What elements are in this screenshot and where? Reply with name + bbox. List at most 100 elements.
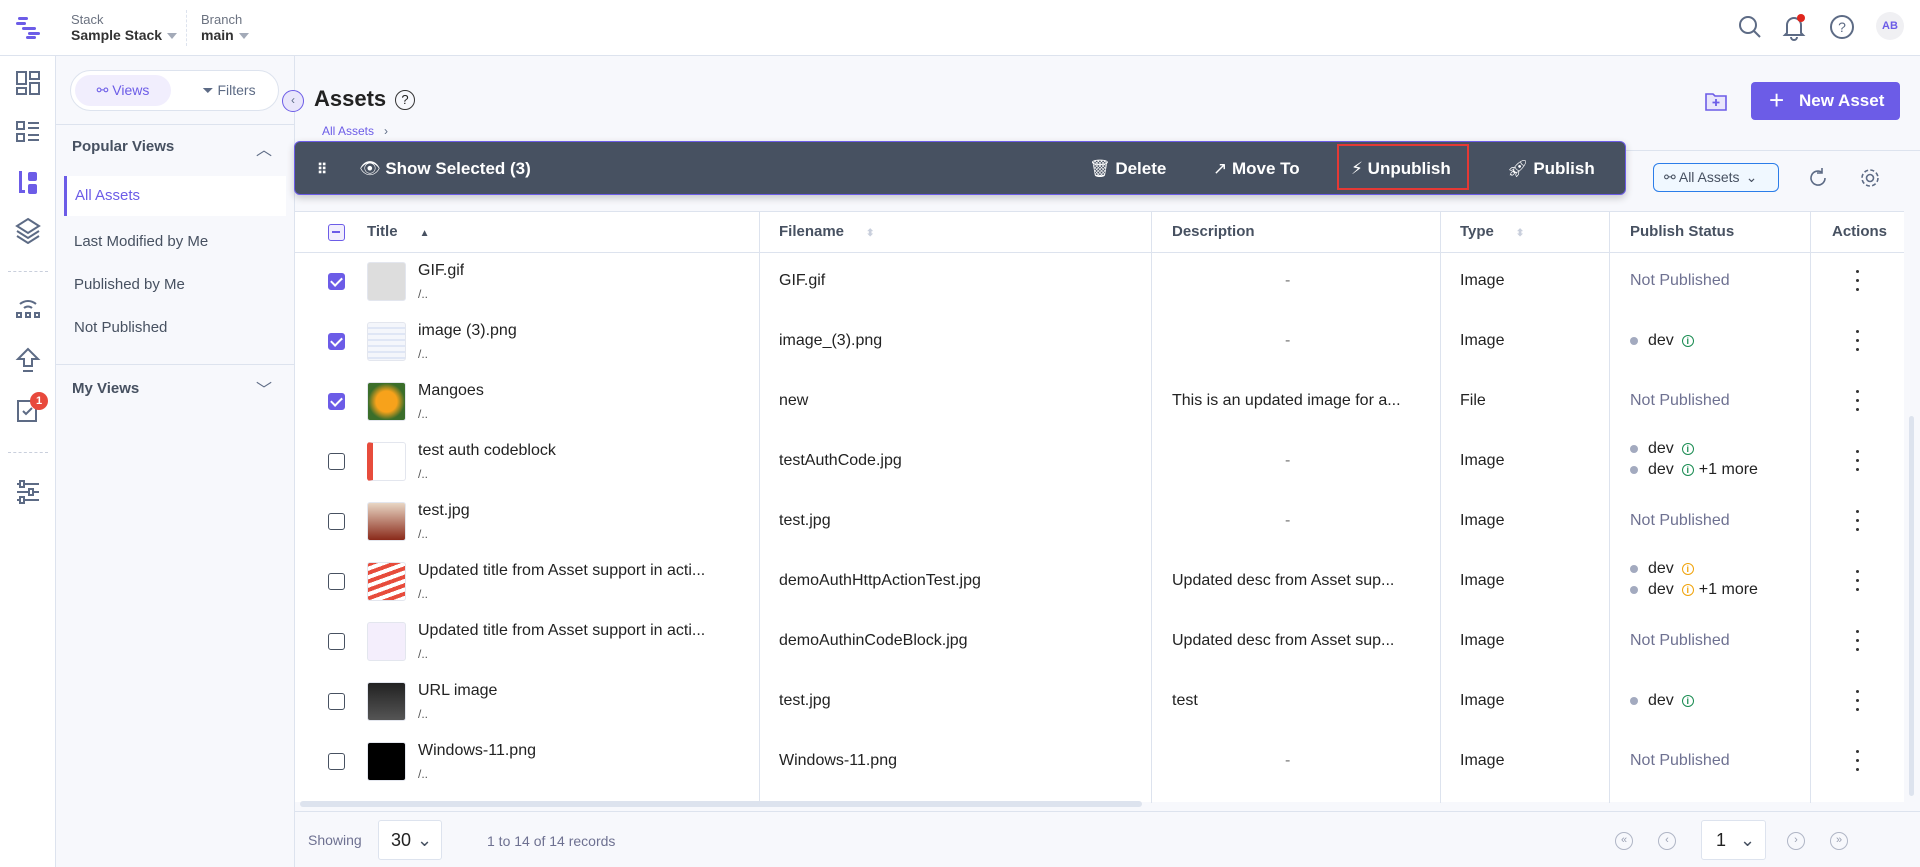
first-page-icon[interactable]: « — [1615, 832, 1633, 850]
asset-title[interactable]: GIF.gif — [418, 262, 464, 280]
row-checkbox[interactable] — [328, 573, 345, 590]
sort-icon[interactable]: ⬍ — [866, 228, 874, 239]
info-icon[interactable]: i — [1681, 463, 1694, 476]
table-row[interactable]: GIF.gif /.. GIF.gif - Image Not Publishe… — [295, 252, 1904, 312]
info-icon[interactable]: i — [1681, 694, 1694, 707]
asset-title[interactable]: test auth codeblock — [418, 442, 556, 460]
settings-sliders-icon[interactable] — [14, 478, 42, 506]
row-checkbox[interactable] — [328, 453, 345, 470]
new-folder-icon[interactable] — [1705, 91, 1727, 111]
asset-thumbnail[interactable] — [367, 502, 406, 541]
table-row[interactable]: test.jpg /.. test.jpg - Image Not Publis… — [295, 492, 1904, 552]
asset-thumbnail[interactable] — [367, 442, 406, 481]
new-asset-button[interactable]: + New Asset — [1751, 82, 1900, 120]
drag-handle-icon[interactable]: ⠿ — [317, 142, 328, 196]
sort-icon[interactable]: ⬍ — [1516, 228, 1524, 239]
asset-title[interactable]: URL image — [418, 682, 497, 700]
breadcrumb-all-assets[interactable]: All Assets — [322, 124, 374, 138]
search-icon[interactable] — [1737, 14, 1763, 40]
row-actions-menu-icon[interactable] — [1856, 630, 1860, 652]
avatar[interactable]: AB — [1876, 12, 1904, 40]
delete-button[interactable]: 🗑︎ Delete — [1089, 142, 1166, 196]
row-checkbox[interactable] — [328, 393, 345, 410]
row-actions-menu-icon[interactable] — [1856, 570, 1860, 592]
column-header-type[interactable]: Type ⬍ — [1460, 212, 1524, 252]
table-row[interactable]: Updated title from Asset support in acti… — [295, 612, 1904, 672]
row-checkbox[interactable] — [328, 693, 345, 710]
assets-icon[interactable] — [14, 168, 42, 196]
row-actions-menu-icon[interactable] — [1856, 390, 1860, 412]
row-checkbox[interactable] — [328, 333, 345, 350]
row-actions-menu-icon[interactable] — [1856, 330, 1860, 352]
row-actions-menu-icon[interactable] — [1856, 750, 1860, 772]
per-page-select[interactable]: 30 ⌄ — [378, 820, 442, 860]
vertical-scrollbar[interactable] — [1909, 416, 1914, 796]
column-header-filename[interactable]: Filename ⬍ — [779, 212, 874, 252]
my-views-heading[interactable]: My Views — [72, 380, 139, 397]
asset-thumbnail[interactable] — [367, 682, 406, 721]
asset-thumbnail[interactable] — [367, 322, 406, 361]
popular-views-heading[interactable]: Popular Views — [72, 138, 174, 155]
asset-thumbnail[interactable] — [367, 262, 406, 301]
row-actions-menu-icon[interactable] — [1856, 690, 1860, 712]
settings-gear-icon[interactable] — [1859, 167, 1881, 189]
info-icon[interactable]: i — [1681, 583, 1694, 596]
sort-ascending-icon[interactable]: ▲ — [420, 228, 430, 239]
row-actions-menu-icon[interactable] — [1856, 270, 1860, 292]
deploy-upload-icon[interactable] — [14, 346, 42, 374]
page-select[interactable]: 1 ⌄ — [1701, 820, 1766, 860]
asset-thumbnail[interactable] — [367, 742, 406, 781]
notification-bell-icon[interactable] — [1780, 12, 1808, 42]
tab-views[interactable]: ⚯ Views — [75, 75, 171, 106]
table-row[interactable]: test auth codeblock /.. testAuthCode.jpg… — [295, 432, 1904, 492]
publish-button[interactable]: 🚀︎ Publish — [1507, 142, 1595, 196]
select-all-checkbox[interactable] — [328, 224, 345, 241]
dashboard-icon[interactable] — [14, 69, 42, 97]
chevron-up-icon[interactable]: ︿ — [256, 136, 272, 160]
refresh-icon[interactable] — [1807, 167, 1829, 189]
asset-thumbnail[interactable] — [367, 562, 406, 601]
branch-selector[interactable]: Branch main — [201, 12, 249, 43]
row-checkbox[interactable] — [328, 633, 345, 650]
asset-thumbnail[interactable] — [367, 622, 406, 661]
asset-title[interactable]: Windows-11.png — [418, 742, 536, 760]
previous-page-icon[interactable]: ‹ — [1658, 832, 1676, 850]
help-icon[interactable]: ? — [395, 90, 415, 110]
row-checkbox[interactable] — [328, 513, 345, 530]
info-icon[interactable]: i — [1681, 442, 1694, 455]
next-page-icon[interactable]: › — [1787, 832, 1805, 850]
more-environments-link[interactable]: +1 more — [1699, 581, 1758, 598]
horizontal-scrollbar[interactable] — [300, 801, 1142, 807]
table-row[interactable]: Mangoes /.. new This is an updated image… — [295, 372, 1904, 432]
asset-title[interactable]: Updated title from Asset support in acti… — [418, 562, 705, 580]
contentstack-logo-icon[interactable] — [16, 14, 42, 40]
row-checkbox[interactable] — [328, 273, 345, 290]
column-header-title[interactable]: Title ▲ — [367, 212, 429, 252]
last-page-icon[interactable]: » — [1830, 832, 1848, 850]
stack-selector[interactable]: Stack Sample Stack — [71, 12, 178, 43]
tab-filters[interactable]: ⏷ Filters — [181, 75, 277, 106]
collapse-sidebar-button[interactable]: ‹ — [282, 90, 304, 112]
layers-icon[interactable] — [14, 216, 42, 244]
row-actions-menu-icon[interactable] — [1856, 510, 1860, 532]
table-row[interactable]: Updated title from Asset support in acti… — [295, 552, 1904, 612]
info-icon[interactable]: i — [1681, 334, 1694, 347]
move-to-button[interactable]: ↗ Move To — [1213, 142, 1300, 196]
table-row[interactable]: image (3).png /.. image_(3).png - Image … — [295, 312, 1904, 372]
entries-list-icon[interactable] — [14, 118, 42, 146]
sidebar-item-all-assets[interactable]: All Assets — [64, 176, 286, 216]
row-actions-menu-icon[interactable] — [1856, 450, 1860, 472]
asset-title[interactable]: image (3).png — [418, 322, 517, 340]
info-icon[interactable]: i — [1681, 562, 1694, 575]
asset-thumbnail[interactable] — [367, 382, 406, 421]
asset-title[interactable]: test.jpg — [418, 502, 470, 520]
asset-title[interactable]: Updated title from Asset support in acti… — [418, 622, 705, 640]
row-checkbox[interactable] — [328, 753, 345, 770]
chevron-down-icon[interactable]: ﹀ — [256, 376, 272, 400]
sidebar-item-last-modified[interactable]: Last Modified by Me — [74, 233, 208, 250]
help-icon[interactable]: ? — [1829, 14, 1855, 40]
table-row[interactable]: URL image /.. test.jpg test Image dev i — [295, 672, 1904, 732]
show-selected-button[interactable]: 👁︎ Show Selected (3) — [359, 142, 531, 196]
unpublish-button[interactable]: ⚡︎ Unpublish — [1351, 142, 1451, 196]
more-environments-link[interactable]: +1 more — [1699, 461, 1758, 478]
